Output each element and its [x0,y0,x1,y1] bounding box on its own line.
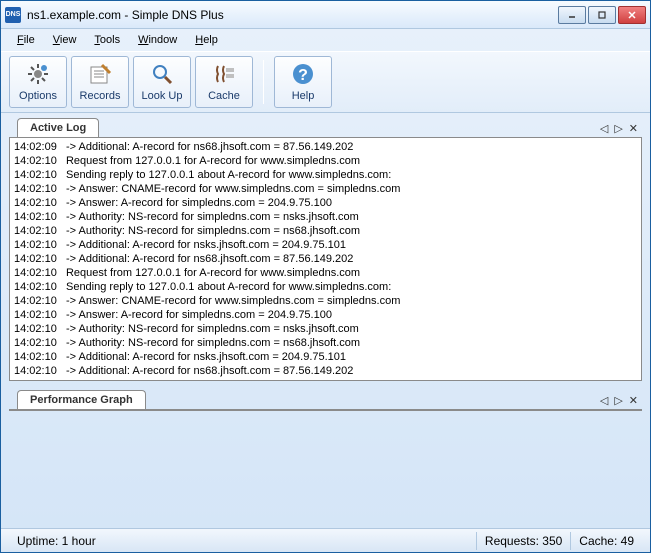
log-line: 14:02:10 -> Answer: CNAME-record for www… [14,294,637,308]
svg-text:?: ? [298,67,308,84]
log-line: 14:02:10 Request from 127.0.0.1 for A-re… [14,154,637,168]
statusbar: Uptime: 1 hour Requests: 350 Cache: 49 [1,528,650,552]
performance-graph-body: Requests per second: 8 0 [9,409,642,411]
graph-line [10,410,641,411]
lookup-icon [150,62,174,86]
active-log-body[interactable]: 14:02:09 -> Additional: A-record for ns6… [9,137,642,381]
help-button[interactable]: ? Help [274,56,332,108]
log-line: 14:02:10 -> Additional: A-record for nsk… [14,238,637,252]
log-line: 14:02:10 -> Authority: NS-record for sim… [14,210,637,224]
status-cache: Cache: 49 [570,532,642,550]
performance-graph-pane: Performance Graph ◁ ▷ ✕ Requests per sec… [9,387,642,411]
minimize-button[interactable] [558,6,586,24]
status-uptime: Uptime: 1 hour [9,532,104,550]
lookup-button[interactable]: Look Up [133,56,191,108]
menu-file[interactable]: File [9,32,43,48]
log-line: 14:02:10 -> Answer: A-record for simpled… [14,308,637,322]
window-controls [558,6,646,24]
log-line: 14:02:10 -> Authority: NS-record for sim… [14,224,637,238]
prev-icon[interactable]: ◁ [600,394,608,407]
menu-view[interactable]: View [45,32,85,48]
options-icon [26,62,50,86]
log-line: 14:02:10 -> Additional: A-record for nsk… [14,350,637,364]
graph-header: Performance Graph ◁ ▷ ✕ [9,387,642,409]
records-button[interactable]: Records [71,56,129,108]
log-line: 14:02:10 -> Answer: CNAME-record for www… [14,182,637,196]
log-line: 14:02:10 -> Answer: A-record for simpled… [14,196,637,210]
menu-tools[interactable]: Tools [86,32,128,48]
log-line: 14:02:10 -> Additional: A-record for ns6… [14,252,637,266]
pane-controls: ◁ ▷ ✕ [600,394,642,409]
options-button[interactable]: Options [9,56,67,108]
app-icon: DNS [5,7,21,23]
tab-active-log[interactable]: Active Log [17,118,99,137]
log-line: 14:02:10 -> Authority: NS-record for sim… [14,336,637,350]
menu-window[interactable]: Window [130,32,185,48]
close-pane-icon[interactable]: ✕ [629,394,638,407]
log-line: 14:02:10 -> Additional: A-record for ns6… [14,364,637,378]
menubar: FileViewToolsWindowHelp [1,29,650,51]
toolbar-label: Cache [208,90,240,102]
maximize-button[interactable] [588,6,616,24]
records-icon [88,62,112,86]
active-log-header: Active Log ◁ ▷ ✕ [9,115,642,137]
titlebar[interactable]: DNS ns1.example.com - Simple DNS Plus [1,1,650,29]
toolbar-label: Look Up [142,90,183,102]
log-line: 14:02:10 Sending reply to 127.0.0.1 abou… [14,168,637,182]
active-log-pane: Active Log ◁ ▷ ✕ 14:02:09 -> Additional:… [9,115,642,381]
log-line: 14:02:09 -> Additional: A-record for ns6… [14,140,637,154]
toolbar-separator [263,60,264,104]
toolbar-label: Help [292,90,315,102]
next-icon[interactable]: ▷ [614,122,622,135]
menu-help[interactable]: Help [187,32,226,48]
status-requests: Requests: 350 [476,532,570,550]
cache-button[interactable]: Cache [195,56,253,108]
close-button[interactable] [618,6,646,24]
help-icon: ? [291,62,315,86]
prev-icon[interactable]: ◁ [600,122,608,135]
next-icon[interactable]: ▷ [614,394,622,407]
cache-icon [212,62,236,86]
log-line: 14:02:10 Request from 127.0.0.1 for A-re… [14,266,637,280]
log-line: 14:02:10 Sending reply to 127.0.0.1 abou… [14,280,637,294]
tab-performance-graph[interactable]: Performance Graph [17,390,146,409]
toolbar-label: Options [19,90,57,102]
app-window: DNS ns1.example.com - Simple DNS Plus Fi… [0,0,651,553]
log-line: 14:02:10 -> Authority: NS-record for sim… [14,322,637,336]
toolbar-label: Records [80,90,121,102]
pane-controls: ◁ ▷ ✕ [600,122,642,137]
close-pane-icon[interactable]: ✕ [629,122,638,135]
toolbar: Options Records Look Up Cache? Help [1,51,650,113]
window-title: ns1.example.com - Simple DNS Plus [27,8,558,22]
